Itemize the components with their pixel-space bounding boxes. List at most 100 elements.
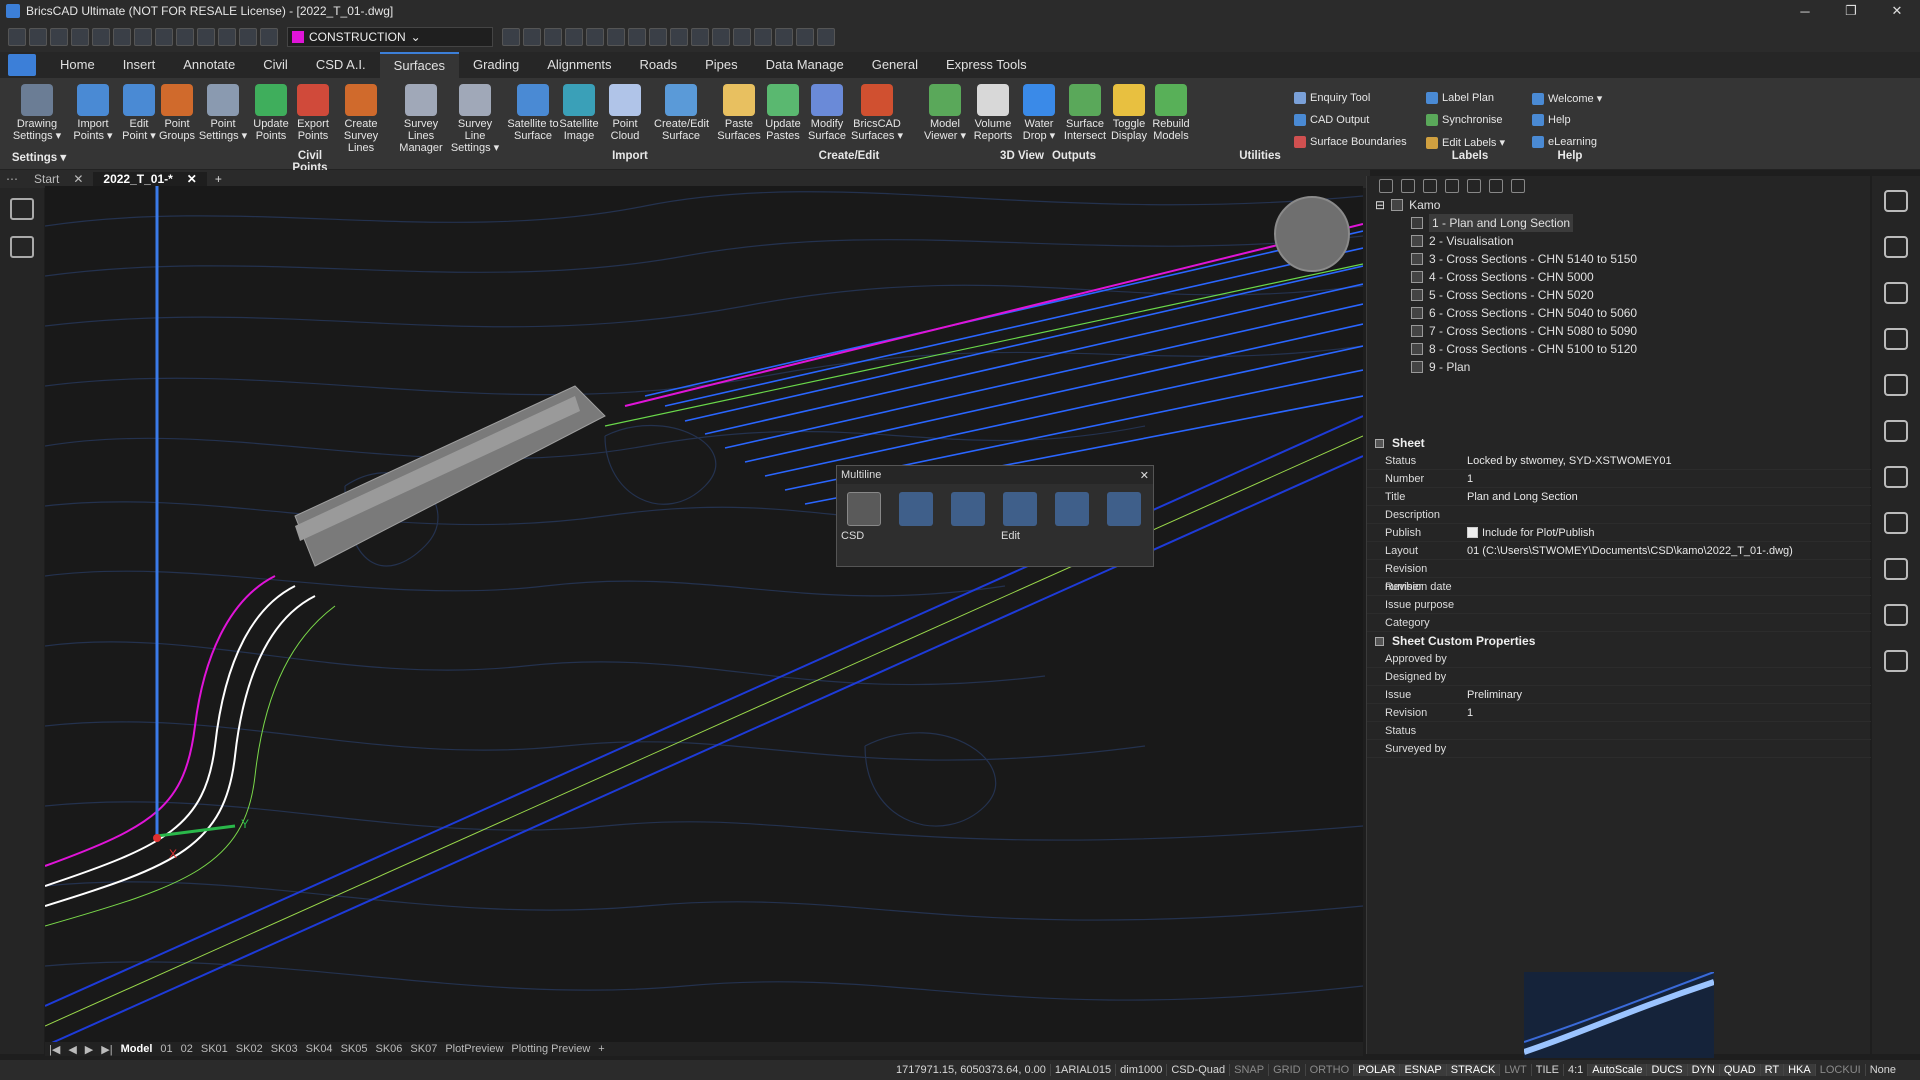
custom-props-header[interactable]: Sheet Custom Properties xyxy=(1367,632,1871,650)
settings-icon[interactable] xyxy=(754,28,772,46)
blocks-icon[interactable] xyxy=(1884,328,1908,350)
prop-row-revision-date[interactable]: Revision date xyxy=(1367,578,1871,596)
sun-icon[interactable] xyxy=(218,28,236,46)
tree-root[interactable]: ⊟ Kamo xyxy=(1375,196,1870,214)
prop-row-publish[interactable]: Publish Include for Plot/Publish xyxy=(1367,524,1871,542)
on-off-layer-icon[interactable] xyxy=(847,492,881,526)
layout-nav-button[interactable]: ◀ xyxy=(68,1043,76,1056)
status-csd-quad[interactable]: CSD-Quad xyxy=(1166,1064,1229,1076)
layout-tab-sk03[interactable]: SK03 xyxy=(271,1043,298,1055)
prop-row-revision-number[interactable]: Revision number xyxy=(1367,560,1871,593)
status-ortho[interactable]: ORTHO xyxy=(1304,1064,1354,1076)
prop-row-description[interactable]: Description xyxy=(1367,506,1871,524)
pencil-icon[interactable] xyxy=(733,28,751,46)
ribbon-btn-survey-line[interactable]: Survey Line Settings ▾ xyxy=(448,84,502,154)
ribbon-small-welcome-[interactable]: Welcome ▾ xyxy=(1532,92,1602,105)
status-tile[interactable]: TILE xyxy=(1530,1064,1563,1076)
render-icon[interactable] xyxy=(670,28,688,46)
tree-sheet-item[interactable]: 9 - Plan xyxy=(1375,358,1870,376)
isolate-icon[interactable] xyxy=(586,28,604,46)
ribbon-small-surface-boundaries[interactable]: Surface Boundaries xyxy=(1294,136,1407,148)
info-icon[interactable] xyxy=(1511,179,1525,193)
status-strack[interactable]: STRACK xyxy=(1445,1064,1500,1076)
prop-row-designed-by[interactable]: Designed by xyxy=(1367,668,1871,686)
tree-sheet-item[interactable]: 2 - Visualisation xyxy=(1375,232,1870,250)
layout-tab-sk05[interactable]: SK05 xyxy=(341,1043,368,1055)
ribbon-btn-modify[interactable]: Modify Surface xyxy=(800,84,854,142)
status-snap[interactable]: SNAP xyxy=(1229,1064,1268,1076)
status-lwt[interactable]: LWT xyxy=(1499,1064,1530,1076)
ribbon-btn-survey-lines[interactable]: Survey Lines Manager xyxy=(394,84,448,154)
tree-sheet-item[interactable]: 4 - Cross Sections - CHN 5000 xyxy=(1375,268,1870,286)
cloud-icon[interactable] xyxy=(1884,558,1908,580)
layout-tab-plotting-preview[interactable]: Plotting Preview xyxy=(511,1043,590,1055)
tables-icon[interactable] xyxy=(1884,374,1908,396)
ribbon-btn-export[interactable]: Export Points xyxy=(286,84,340,142)
ribbon-btn-point[interactable]: Point Settings ▾ xyxy=(196,84,250,142)
structure-tree-icon[interactable] xyxy=(10,236,34,258)
tab-general[interactable]: General xyxy=(858,52,932,78)
pin-icon[interactable] xyxy=(1884,604,1908,626)
ribbon-small-enquiry-tool[interactable]: Enquiry Tool xyxy=(1294,92,1370,104)
light-surface-icon[interactable] xyxy=(1107,492,1141,526)
ribbon-small-label-plan[interactable]: Label Plan xyxy=(1426,92,1494,104)
select-similar-icon[interactable] xyxy=(565,28,583,46)
prop-row-layout[interactable]: Layout 01 (C:\Users\STWOMEY\Documents\CSD… xyxy=(1367,542,1871,560)
status-quad[interactable]: QUAD xyxy=(1718,1064,1760,1076)
sheet-props-header[interactable]: Sheet xyxy=(1367,434,1871,452)
sheet-set-icon[interactable] xyxy=(775,28,793,46)
ribbon-btn-model[interactable]: Model Viewer ▾ xyxy=(918,84,972,142)
new-sheet-icon[interactable] xyxy=(1423,179,1437,193)
status-esnap[interactable]: ESNAP xyxy=(1399,1064,1446,1076)
edit-tools-icon[interactable] xyxy=(1055,492,1089,526)
layout-tab-plotpreview[interactable]: PlotPreview xyxy=(445,1043,503,1055)
tab-annotate[interactable]: Annotate xyxy=(169,52,249,78)
layer-stack-icon[interactable] xyxy=(1884,466,1908,488)
ribbon-small-edit-labels-[interactable]: Edit Labels ▾ xyxy=(1426,136,1505,149)
prop-row-category[interactable]: Category xyxy=(1367,614,1871,632)
prop-row-revision[interactable]: Revision 1 xyxy=(1367,704,1871,722)
layers-3d-icon[interactable] xyxy=(691,28,709,46)
table-icon[interactable] xyxy=(712,28,730,46)
navigation-cube[interactable] xyxy=(1274,196,1350,272)
ribbon-btn-point[interactable]: Point Cloud xyxy=(598,84,652,142)
status-lockui[interactable]: LOCKUI xyxy=(1814,1064,1865,1076)
tab-civil[interactable]: Civil xyxy=(249,52,302,78)
open-file-icon[interactable] xyxy=(29,28,47,46)
cube-icon[interactable] xyxy=(1884,512,1908,534)
edit-tools-icon[interactable] xyxy=(523,28,541,46)
tab-express-tools[interactable]: Express Tools xyxy=(932,52,1041,78)
tab-home[interactable]: Home xyxy=(46,52,109,78)
layout-nav-button[interactable]: |◀ xyxy=(49,1043,60,1056)
save-icon[interactable] xyxy=(50,28,68,46)
model-viewport[interactable]: Y X xyxy=(45,186,1363,1042)
image-icon[interactable] xyxy=(796,28,814,46)
properties-icon[interactable] xyxy=(1884,236,1908,258)
status-none[interactable]: None xyxy=(1864,1064,1900,1076)
save-as-icon[interactable] xyxy=(71,28,89,46)
close-button[interactable]: ✕ xyxy=(1874,3,1920,19)
status-ducs[interactable]: DUCS xyxy=(1646,1064,1687,1076)
layout-tab-sk01[interactable]: SK01 xyxy=(201,1043,228,1055)
status-4-1[interactable]: 4:1 xyxy=(1563,1064,1587,1076)
edit-icon[interactable] xyxy=(1379,179,1393,193)
tree-sheet-item[interactable]: 7 - Cross Sections - CHN 5080 to 5090 xyxy=(1375,322,1870,340)
layout-tab-sk06[interactable]: SK06 xyxy=(375,1043,402,1055)
prop-row-title[interactable]: Title Plan and Long Section xyxy=(1367,488,1871,506)
select-icon[interactable] xyxy=(544,28,562,46)
tab-pipes[interactable]: Pipes xyxy=(691,52,752,78)
publish-checkbox[interactable] xyxy=(1467,527,1478,538)
status-autoscale[interactable]: AutoScale xyxy=(1587,1064,1647,1076)
ribbon-small-help[interactable]: Help xyxy=(1532,114,1571,126)
app-menu-icon[interactable] xyxy=(8,54,36,76)
tab-insert[interactable]: Insert xyxy=(109,52,170,78)
layer-tools-icon[interactable] xyxy=(502,28,520,46)
tab-csd-a-i-[interactable]: CSD A.I. xyxy=(302,52,380,78)
help-icon[interactable] xyxy=(817,28,835,46)
layout-tab-sk04[interactable]: SK04 xyxy=(306,1043,333,1055)
prop-row-issue[interactable]: Issue Preliminary xyxy=(1367,686,1871,704)
maximize-button[interactable]: ❐ xyxy=(1828,3,1874,19)
status-dim1000[interactable]: dim1000 xyxy=(1115,1064,1166,1076)
status-hka[interactable]: HKA xyxy=(1783,1064,1815,1076)
on-off-surface-icon[interactable] xyxy=(899,492,933,526)
